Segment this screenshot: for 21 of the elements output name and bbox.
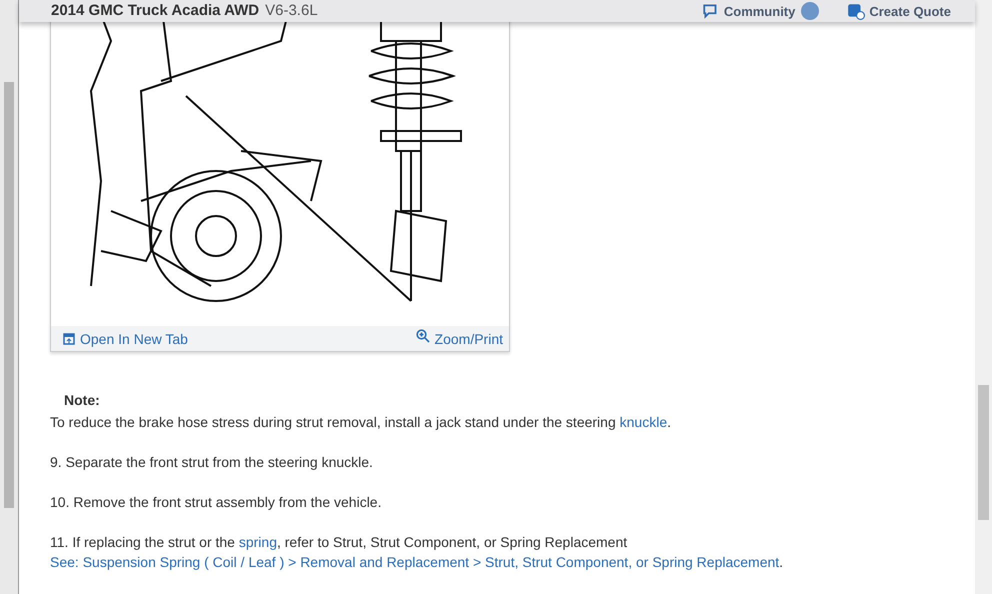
text-link[interactable]: and Replacement > Strut, Strut Component, or Spring Replacement bbox=[359, 554, 780, 570]
scrollbar-thumb[interactable] bbox=[978, 385, 989, 520]
text-link[interactable]: spring bbox=[238, 534, 277, 550]
new-tab-icon bbox=[63, 332, 75, 344]
scrollbar-thumb[interactable] bbox=[4, 82, 14, 508]
note-label: Note: bbox=[64, 392, 101, 408]
step-text: 11. If replacing the strut or the spring, refer to Strut, Strut Component, or Spring Replacement See: Suspension Spring ( Coil / Leaf ) > Removal and Replacement > Strut, Strut Component, or Spring Replacement. bbox=[50, 533, 784, 572]
vehicle-title: 2014 GMC Truck Acadia AWD bbox=[51, 2, 260, 19]
community-link[interactable]: Community bbox=[702, 2, 796, 20]
text-link[interactable]: See: Suspension Spring ( Coil / Leaf ) > Removal bbox=[50, 554, 360, 570]
text-link[interactable]: knuckle bbox=[620, 414, 668, 430]
step-text: 9. Separate the front strut from the steering knuckle. bbox=[50, 453, 374, 472]
create-quote-link[interactable]: Create Quote bbox=[847, 2, 951, 20]
quote-icon bbox=[847, 2, 866, 20]
open-in-new-tab-link[interactable]: Open In New Tab bbox=[63, 330, 188, 346]
zoom-icon bbox=[416, 328, 430, 342]
count-badge bbox=[801, 2, 820, 20]
engine-label: V6-3.6L bbox=[265, 2, 318, 19]
note-text: To reduce the brake hose stress during strut removal, install a jack stand under the steering knuckle. bbox=[50, 413, 672, 432]
zoom-print-link[interactable]: Zoom/Print bbox=[416, 330, 503, 346]
step-text: 10. Remove the front strut assembly from the vehicle. bbox=[50, 493, 382, 512]
